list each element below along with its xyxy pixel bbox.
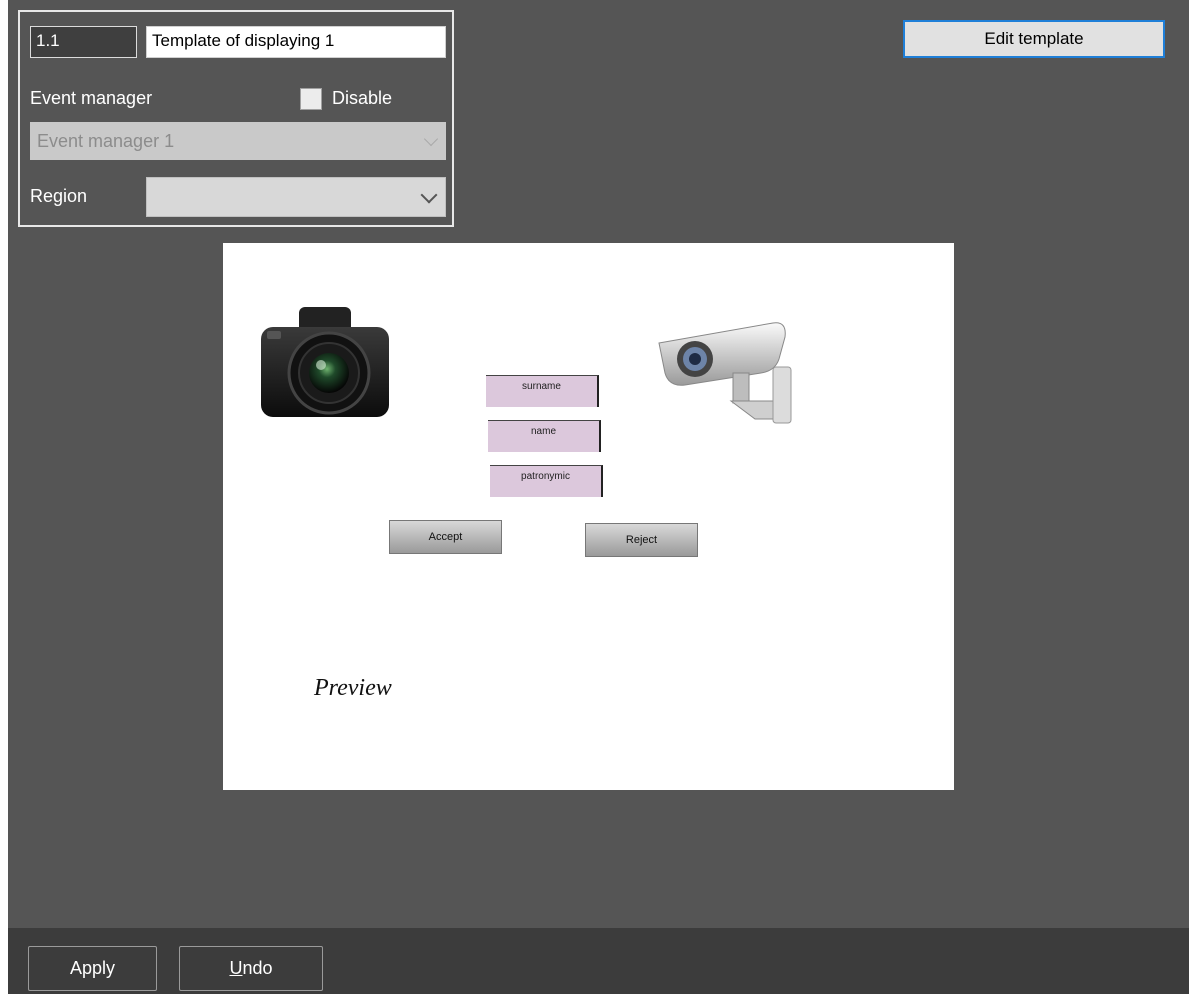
name-field: name (488, 420, 601, 452)
event-manager-label: Event manager (30, 88, 153, 108)
template-name-field[interactable]: Template of displaying 1 (146, 26, 446, 58)
accept-button: Accept (389, 520, 502, 554)
surname-field: surname (486, 375, 599, 407)
apply-button[interactable]: Apply (28, 946, 157, 991)
chevron-down-icon (420, 186, 438, 204)
camera-icon (261, 307, 389, 417)
event-manager-select[interactable]: Event manager 1 (30, 122, 446, 160)
region-label: Region (30, 186, 88, 206)
patronymic-field: patronymic (490, 465, 603, 497)
region-select[interactable] (146, 177, 446, 217)
footer-bar: Apply Undo (8, 928, 1189, 994)
template-settings-window: 1.1 Template of displaying 1 Event manag… (8, 0, 1189, 994)
reject-button: Reject (585, 523, 698, 557)
template-preview: surname name patronymic Accept Reject Pr… (223, 243, 954, 790)
disable-label[interactable]: Disable (332, 88, 392, 109)
chevron-down-icon (423, 131, 439, 147)
template-id-field[interactable]: 1.1 (30, 26, 137, 58)
event-manager-select-value: Event manager 1 (37, 131, 175, 151)
disable-checkbox[interactable] (300, 88, 322, 110)
cctv-camera-icon (658, 322, 792, 424)
edit-template-button[interactable]: Edit template (903, 20, 1165, 58)
template-properties-panel: 1.1 Template of displaying 1 Event manag… (18, 10, 454, 227)
undo-button[interactable]: Undo (179, 946, 323, 991)
preview-caption: Preview (314, 675, 392, 701)
